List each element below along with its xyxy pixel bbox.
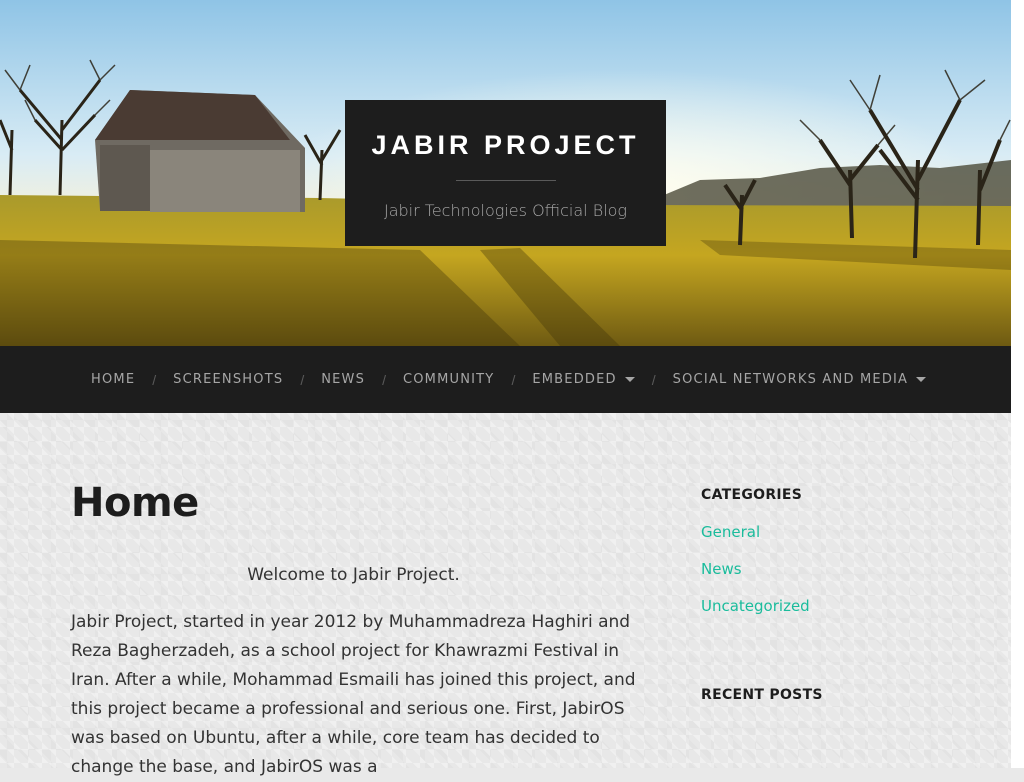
nav-link-news[interactable]: NEWS [321,372,365,387]
sidebar: CATEGORIES General News Uncategorized RE… [701,487,961,703]
main-content: Home Welcome to Jabir Project. Jabir Pro… [71,480,636,782]
chevron-down-icon[interactable] [916,377,927,382]
nav-link-social-networks-and-media[interactable]: SOCIAL NETWORKS AND MEDIA [673,372,909,387]
nav-item-community: COMMUNITY / [403,372,532,388]
nav-item-home: HOME / [91,372,173,388]
welcome-text: Welcome to Jabir Project. [247,565,460,585]
nav-menu: HOME / SCREENSHOTS / NEWS / COMMUNITY / … [0,346,1011,413]
category-link-general[interactable]: General [701,523,760,541]
nav-separator: / [382,371,386,388]
nav-link-home[interactable]: HOME [91,372,135,387]
list-item: General [701,523,961,542]
nav-separator: / [152,371,157,388]
nav-item-social-networks-and-media: SOCIAL NETWORKS AND MEDIA [673,372,927,387]
nav-link-screenshots[interactable]: SCREENSHOTS [173,372,283,387]
chevron-down-icon[interactable] [624,377,635,382]
categories-list: General News Uncategorized [701,523,961,616]
page-title: Home [71,480,199,526]
header-hero: JABIR PROJECT Jabir Technologies Officia… [0,0,1011,346]
category-link-news[interactable]: News [701,560,742,578]
list-item: News [701,560,961,579]
scrollbar-track[interactable] [1011,0,1024,768]
site-branding: JABIR PROJECT Jabir Technologies Officia… [345,100,666,246]
categories-widget-title: CATEGORIES [701,487,803,503]
category-link-uncategorized[interactable]: Uncategorized [701,597,810,615]
nav-link-embedded[interactable]: EMBEDDED [532,372,616,387]
primary-navigation: HOME / SCREENSHOTS / NEWS / COMMUNITY / … [0,346,1011,413]
nav-item-screenshots: SCREENSHOTS / [173,372,321,388]
page-body-text: Jabir Project, started in year 2012 by M… [71,612,636,777]
nav-item-embedded: EMBEDDED / [532,372,672,388]
site-description: Jabir Technologies Official Blog [383,201,628,220]
site-title[interactable]: JABIR PROJECT [345,100,666,161]
nav-separator: / [300,371,305,388]
nav-separator: / [651,371,656,388]
nav-separator: / [511,371,516,388]
recent-posts-widget-title: RECENT POSTS [701,687,823,703]
nav-item-news: NEWS / [321,372,403,388]
nav-link-community[interactable]: COMMUNITY [403,372,495,387]
list-item: Uncategorized [701,597,961,616]
title-divider [455,180,556,181]
